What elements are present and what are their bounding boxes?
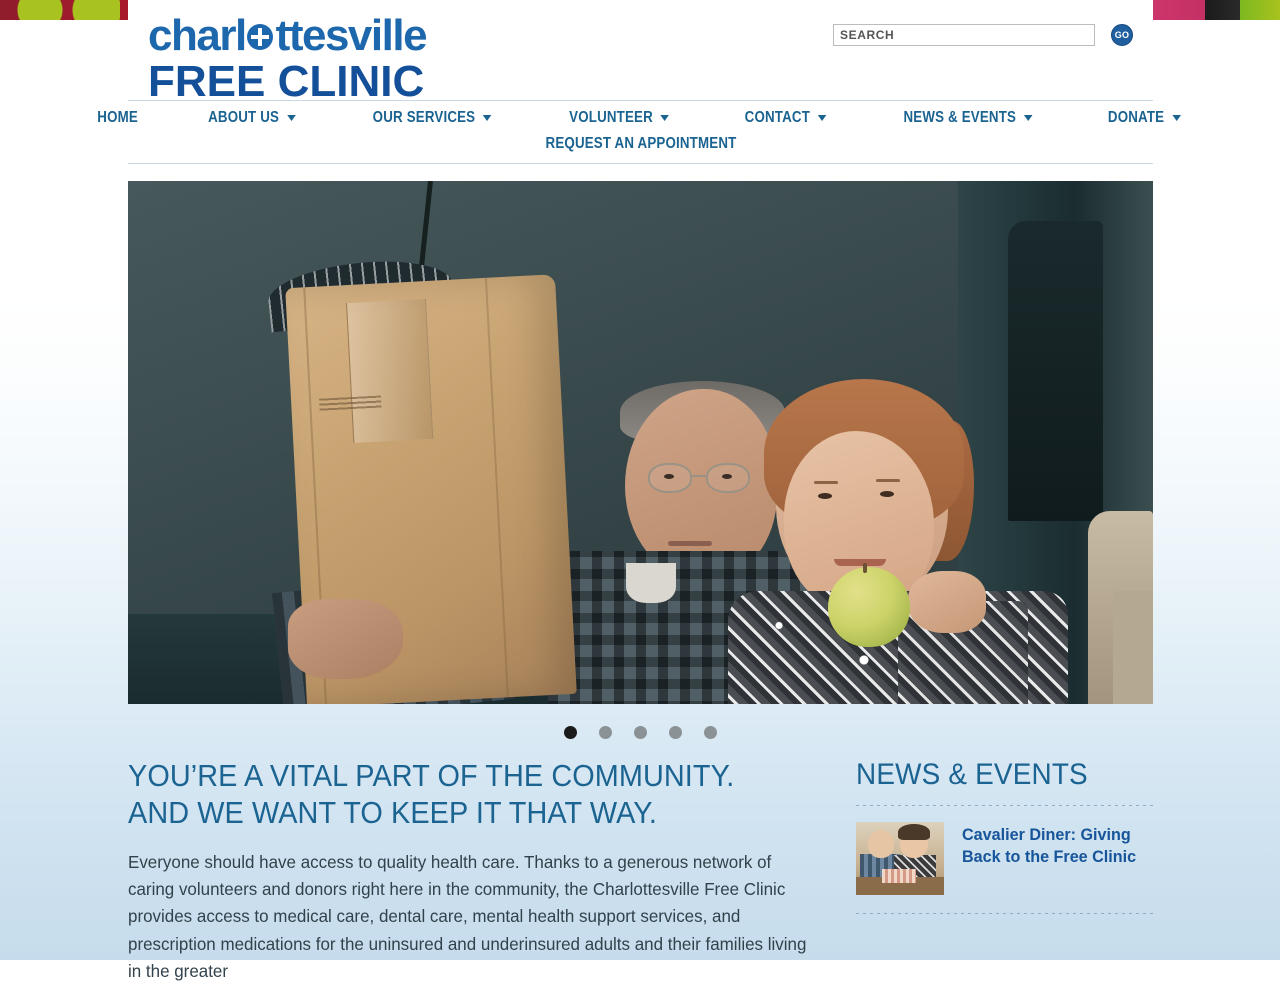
logo-line-2: FREE CLINIC bbox=[148, 57, 425, 106]
headline-line-2: AND WE WANT TO KEEP IT THAT WAY. bbox=[128, 794, 657, 830]
search-input[interactable] bbox=[833, 24, 1095, 46]
hero-man-undershirt bbox=[626, 563, 676, 603]
nav-item-volunteer[interactable]: VOLUNTEER bbox=[569, 109, 670, 127]
nav-item-label: REQUEST AN APPOINTMENT bbox=[545, 135, 736, 152]
news-thumb-person-1-head bbox=[868, 830, 894, 858]
hero-apple bbox=[828, 567, 910, 647]
hero-slide-image[interactable] bbox=[128, 181, 1153, 704]
hero-apple-stem bbox=[863, 563, 867, 573]
hero-man-eye-right bbox=[722, 474, 732, 479]
hero-woman-brow-right bbox=[876, 479, 900, 482]
search-go-button[interactable]: GO bbox=[1111, 24, 1133, 46]
news-thumb-person-2-hair bbox=[898, 824, 930, 840]
nav-item-our-services[interactable]: OUR SERVICES bbox=[373, 109, 492, 127]
main-column: YOU’RE A VITAL PART OF THE COMMUNITY. AN… bbox=[128, 758, 856, 985]
hero-carousel bbox=[128, 164, 1153, 742]
hero-woman-eye-left bbox=[818, 493, 832, 499]
nav-item-label: NEWS & EVENTS bbox=[903, 109, 1016, 126]
carousel-dot-3[interactable] bbox=[634, 725, 647, 739]
carousel-dot-5[interactable] bbox=[704, 725, 717, 739]
carousel-dot-4[interactable] bbox=[669, 725, 682, 739]
medical-cross-icon bbox=[246, 24, 273, 50]
hero-car-seat-base bbox=[1113, 591, 1153, 704]
carousel-dots bbox=[128, 722, 1153, 742]
nav-item-request-an-appointment[interactable]: REQUEST AN APPOINTMENT bbox=[545, 135, 736, 153]
sidebar-title: NEWS & EVENTS bbox=[856, 758, 1088, 791]
search-area: GO bbox=[833, 24, 1133, 46]
news-and-events-sidebar: NEWS & EVENTS Cavalier Diner: Giving Bac… bbox=[856, 758, 1153, 985]
chevron-down-icon bbox=[482, 115, 492, 121]
hero-man-glasses-bridge bbox=[692, 475, 706, 477]
content-area: YOU’RE A VITAL PART OF THE COMMUNITY. AN… bbox=[128, 742, 1153, 985]
chevron-down-icon bbox=[817, 115, 826, 121]
chevron-down-icon bbox=[1172, 115, 1182, 121]
carousel-dot-1[interactable] bbox=[564, 725, 577, 739]
hero-woman-mouth bbox=[834, 559, 886, 566]
nav-item-home[interactable]: HOME bbox=[97, 109, 138, 127]
nav-item-label: VOLUNTEER bbox=[569, 109, 654, 126]
nav-row-secondary: REQUEST AN APPOINTMENT bbox=[128, 135, 1153, 153]
hero-woman-eye-right bbox=[880, 491, 894, 497]
site-logo[interactable]: charl ttesville FREE CLINIC bbox=[148, 11, 428, 106]
site-header: charlttesville FREE CLINIC GO bbox=[128, 0, 1153, 104]
nav-item-label: HOME bbox=[97, 109, 139, 126]
hero-woman-brow-left bbox=[814, 481, 838, 484]
nav-item-label: DONATE bbox=[1108, 109, 1165, 126]
nav-item-donate[interactable]: DONATE bbox=[1108, 109, 1182, 127]
nav-item-about-us[interactable]: ABOUT US bbox=[208, 109, 296, 127]
main-navigation: HOME ABOUT US OUR SERVICES VOLUNTEER CON… bbox=[97, 100, 1182, 164]
hero-car-window bbox=[1008, 221, 1103, 521]
logo-line-1: charl ttesville bbox=[148, 11, 428, 60]
site-container: charlttesville FREE CLINIC GO HOME ABOUT… bbox=[97, 0, 1182, 985]
nav-item-label: CONTACT bbox=[744, 109, 810, 126]
intro-paragraph: Everyone should have access to quality h… bbox=[128, 852, 807, 981]
news-thumb-cake bbox=[882, 869, 916, 883]
hero-man-hand bbox=[288, 599, 403, 679]
nav-item-label: ABOUT US bbox=[208, 109, 280, 126]
sidebar-divider-bottom bbox=[856, 913, 1153, 914]
hero-man-eye-left bbox=[664, 474, 674, 479]
headline-line-1: YOU’RE A VITAL PART OF THE COMMUNITY. bbox=[128, 758, 735, 793]
carousel-dot-2[interactable] bbox=[599, 725, 612, 739]
sidebar-divider-top bbox=[856, 805, 1153, 806]
page-root: charlttesville FREE CLINIC GO HOME ABOUT… bbox=[0, 0, 1280, 981]
chevron-down-icon bbox=[287, 115, 296, 121]
nav-item-contact[interactable]: CONTACT bbox=[744, 109, 826, 127]
news-item-headline[interactable]: Cavalier Diner: Giving Back to the Free … bbox=[962, 822, 1143, 868]
nav-item-label: OUR SERVICES bbox=[372, 109, 476, 126]
hero-man-mouth bbox=[668, 541, 712, 546]
nav-row-primary: HOME ABOUT US OUR SERVICES VOLUNTEER CON… bbox=[97, 109, 1182, 127]
hero-bag-crease bbox=[484, 277, 509, 698]
chevron-down-icon bbox=[660, 115, 670, 121]
nav-item-news-and-events[interactable]: NEWS & EVENTS bbox=[903, 109, 1032, 127]
news-thumbnail-image[interactable] bbox=[856, 822, 944, 895]
news-list-item[interactable]: Cavalier Diner: Giving Back to the Free … bbox=[856, 822, 1153, 895]
page-headline: YOU’RE A VITAL PART OF THE COMMUNITY. AN… bbox=[128, 758, 781, 831]
hero-woman-hand bbox=[908, 571, 986, 633]
hero-bag-handle-fold bbox=[346, 299, 434, 443]
chevron-down-icon bbox=[1023, 115, 1032, 121]
